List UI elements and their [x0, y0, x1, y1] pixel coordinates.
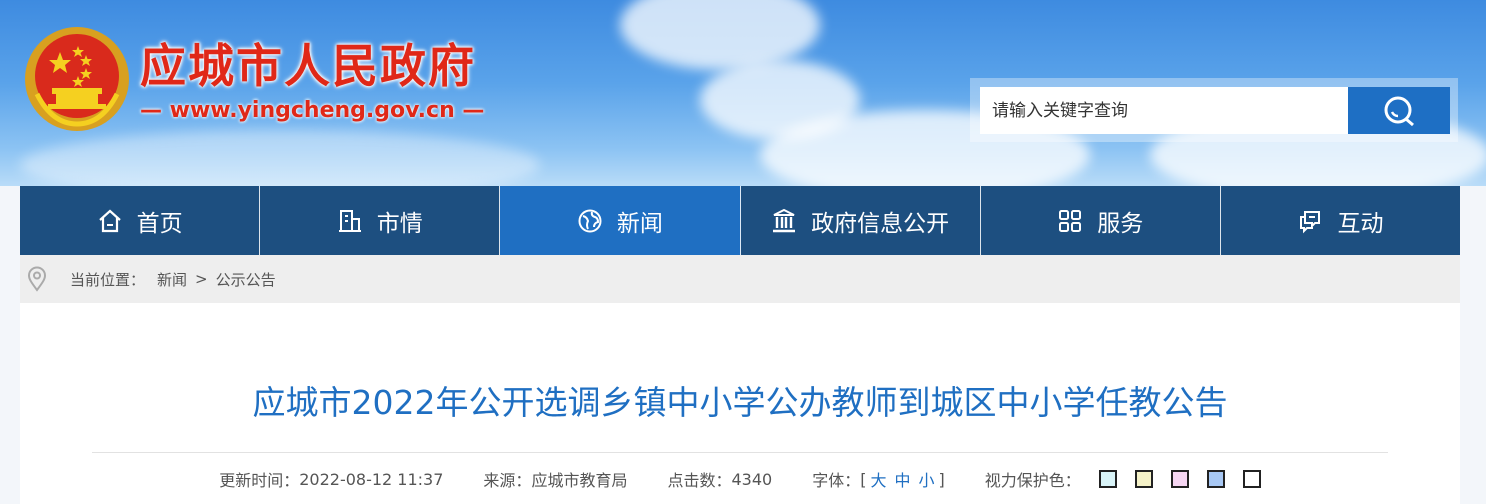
divider: [92, 452, 1388, 453]
cloud: [20, 130, 540, 186]
eye-color-swatch-blue[interactable]: [1206, 470, 1225, 488]
font-bracket-open: [: [860, 469, 867, 489]
site-url: — www.yingcheng.gov.cn —: [140, 98, 485, 123]
font-small-button[interactable]: 小: [918, 467, 934, 491]
search-bar: [970, 78, 1458, 142]
location-pin-icon: [27, 266, 47, 292]
search-icon: [1384, 96, 1414, 126]
building-icon: [338, 209, 361, 232]
home-icon: [98, 209, 121, 232]
views-value: 4340: [731, 469, 773, 489]
nav-item-label: 市情: [376, 210, 423, 237]
source-label: 来源：: [483, 471, 532, 490]
header-banner: 应城市人民政府 — www.yingcheng.gov.cn —: [0, 0, 1486, 186]
chat-icon: [1300, 210, 1321, 233]
grid-icon: [1059, 209, 1082, 232]
search-input[interactable]: [980, 87, 1348, 134]
globe-icon: [578, 209, 602, 232]
font-size-label: 字体：: [812, 471, 861, 490]
breadcrumb: 当前位置： 新闻 > 公示公告: [20, 255, 1460, 303]
eye-color-swatch-yellow[interactable]: [1134, 470, 1153, 488]
bank-icon: [773, 208, 796, 232]
breadcrumb-link-notices[interactable]: 公示公告: [216, 269, 276, 290]
updated-value: 2022-08-12 11:37: [299, 469, 444, 489]
nav-item-gov-info[interactable]: 政府信息公开: [741, 186, 981, 255]
eye-protection-label: 视力保护色：: [984, 471, 1081, 490]
nav-item-label: 首页: [136, 210, 183, 237]
article-title: 应城市2022年公开选调乡镇中小学公办教师到城区中小学任教公告: [252, 383, 1228, 422]
font-bracket-close: ]: [938, 469, 945, 489]
font-large-button[interactable]: 大: [870, 467, 886, 491]
main-nav: 首页 市情 新闻 政府信息公开 服务 互动: [20, 186, 1460, 255]
breadcrumb-link-news[interactable]: 新闻: [157, 269, 187, 290]
article-panel: 应城市2022年公开选调乡镇中小学公办教师到城区中小学任教公告 更新时间： 20…: [20, 303, 1460, 504]
article-meta: 更新时间： 2022-08-12 11:37 来源： 应城市教育局 点击数： 4…: [20, 467, 1460, 491]
search-button[interactable]: [1348, 87, 1450, 134]
nav-item-home[interactable]: 首页: [20, 186, 261, 255]
site-name: 应城市人民政府: [140, 39, 476, 93]
eye-color-swatch-pink[interactable]: [1170, 470, 1189, 488]
breadcrumb-label: 当前位置：: [70, 270, 146, 289]
nav-item-label: 政府信息公开: [811, 210, 950, 237]
views-label: 点击数：: [667, 471, 732, 490]
updated-label: 更新时间：: [219, 471, 300, 490]
eye-color-swatch-white[interactable]: [1242, 470, 1261, 488]
national-emblem-icon: [25, 27, 129, 131]
nav-item-label: 互动: [1337, 210, 1384, 237]
nav-item-city[interactable]: 市情: [260, 186, 501, 255]
nav-item-label: 服务: [1097, 210, 1144, 237]
eye-color-swatch-cyan[interactable]: [1098, 470, 1117, 488]
breadcrumb-separator: >: [195, 270, 208, 288]
font-medium-button[interactable]: 中: [894, 467, 910, 491]
nav-item-services[interactable]: 服务: [981, 186, 1221, 255]
source-value: 应城市教育局: [531, 471, 628, 490]
nav-item-interaction[interactable]: 互动: [1221, 186, 1460, 255]
nav-item-label: 新闻: [616, 210, 663, 237]
nav-item-news[interactable]: 新闻: [500, 186, 741, 255]
